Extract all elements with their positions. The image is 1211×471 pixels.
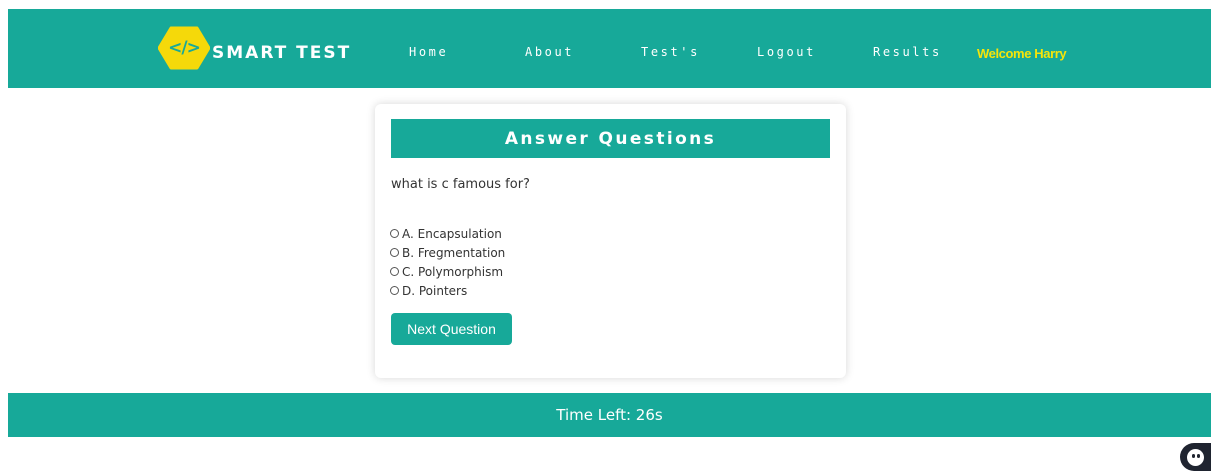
timer-bar: Time Left: 26s [8,393,1211,437]
chat-bot-icon [1187,449,1204,466]
nav-home[interactable]: Home [409,45,448,59]
chat-widget-button[interactable] [1180,443,1211,471]
nav-tests[interactable]: Test's [641,45,700,59]
option-b[interactable]: B. Fregmentation [390,243,505,262]
option-label: B. Fregmentation [402,245,506,260]
option-c[interactable]: C. Polymorphism [390,262,505,281]
welcome-message: Welcome Harry [977,46,1067,61]
radio-button[interactable] [390,248,399,257]
logo-symbol: </> [168,38,201,58]
answer-options: A. Encapsulation B. Fregmentation C. Pol… [390,224,505,300]
radio-button[interactable] [390,229,399,238]
navbar: </> SMART TEST Home About Test's Logout … [8,9,1211,88]
nav-logout[interactable]: Logout [757,45,816,59]
next-question-button[interactable]: Next Question [391,313,512,345]
code-logo-icon: </> [158,26,210,70]
radio-button[interactable] [390,286,399,295]
time-left-text: Time Left: 26s [556,406,663,424]
option-a[interactable]: A. Encapsulation [390,224,505,243]
question-text: what is c famous for? [391,177,530,192]
nav-about[interactable]: About [525,45,574,59]
option-label: A. Encapsulation [402,226,502,241]
option-d[interactable]: D. Pointers [390,281,505,300]
option-label: D. Pointers [402,283,468,298]
option-label: C. Polymorphism [402,264,504,279]
brand-name: SMART TEST [212,43,352,63]
question-card: Answer Questions what is c famous for? A… [375,104,846,378]
card-title: Answer Questions [391,119,830,158]
logo[interactable]: </> SMART TEST [158,25,351,71]
nav-results[interactable]: Results [873,45,942,59]
radio-button[interactable] [390,267,399,276]
